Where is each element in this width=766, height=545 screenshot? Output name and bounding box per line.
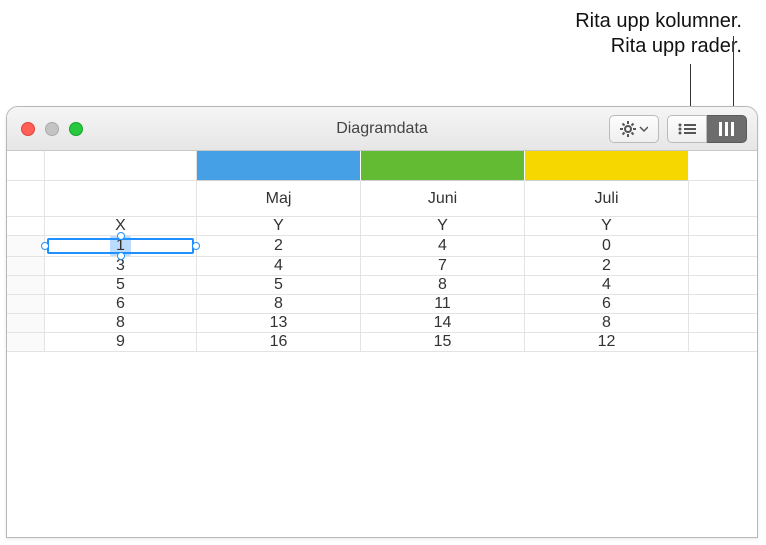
axis-header-y1[interactable]: Y [197, 217, 361, 236]
data-cell[interactable]: 7 [361, 257, 525, 276]
window-controls [21, 122, 83, 136]
data-cell[interactable]: 5 [197, 276, 361, 295]
series-color-juli[interactable] [525, 151, 689, 181]
data-cell[interactable]: 16 [197, 333, 361, 352]
month-header-juni[interactable]: Juni [361, 181, 525, 217]
month-header-juli[interactable]: Juli [525, 181, 689, 217]
settings-dropdown-button[interactable] [609, 115, 659, 143]
axis-header-y2[interactable]: Y [361, 217, 525, 236]
data-cell[interactable]: 2 [525, 257, 689, 276]
data-cell[interactable]: 13 [197, 314, 361, 333]
data-cell[interactable]: 8 [197, 295, 361, 314]
row-gutter[interactable] [7, 333, 45, 352]
axis-header-trailing [689, 217, 758, 236]
trailing-cell [689, 314, 758, 333]
rows-icon [677, 122, 697, 136]
gear-icon [620, 121, 648, 137]
callout-leader-columns [733, 36, 734, 108]
trailing-cell [689, 257, 758, 276]
data-cell[interactable]: 6 [45, 295, 197, 314]
data-cell[interactable]: 4 [361, 236, 525, 257]
month-header-trailing [689, 181, 758, 217]
data-cell[interactable]: 8 [361, 276, 525, 295]
selection-handle[interactable] [117, 252, 125, 260]
month-row-leader [7, 181, 45, 217]
trailing-cell [689, 236, 758, 257]
data-cell[interactable]: 2 [197, 236, 361, 257]
data-cell[interactable]: 14 [361, 314, 525, 333]
data-cell[interactable]: 4 [197, 257, 361, 276]
minimize-window-button[interactable] [45, 122, 59, 136]
row-gutter[interactable] [7, 257, 45, 276]
annotation-callouts: Rita upp kolumner. Rita upp rader. [575, 10, 746, 60]
axis-row-leader [7, 217, 45, 236]
color-header-trailing [689, 151, 758, 181]
chart-data-window: Diagramdata [6, 106, 758, 538]
chevron-down-icon [640, 127, 648, 131]
row-gutter[interactable] [7, 295, 45, 314]
trailing-cell [689, 276, 758, 295]
series-color-maj[interactable] [197, 151, 361, 181]
data-cell[interactable]: 12 [525, 333, 689, 352]
plot-orientation-segment [667, 115, 747, 143]
selection-handle[interactable] [192, 242, 200, 250]
close-window-button[interactable] [21, 122, 35, 136]
data-cell[interactable]: 5 [45, 276, 197, 295]
callout-rows: Rita upp rader. [611, 35, 746, 58]
data-cell[interactable]: 8 [525, 314, 689, 333]
callout-leader-rows [690, 64, 691, 108]
titlebar: Diagramdata [7, 107, 757, 151]
data-cell[interactable]: 11 [361, 295, 525, 314]
data-cell[interactable]: 15 [361, 333, 525, 352]
data-cell[interactable]: 9 [45, 333, 197, 352]
series-color-juni[interactable] [361, 151, 525, 181]
data-cell[interactable]: 6 [525, 295, 689, 314]
data-cell[interactable]: 1 [45, 236, 197, 257]
row-gutter[interactable] [7, 236, 45, 257]
trailing-cell [689, 295, 758, 314]
selection-handle[interactable] [117, 232, 125, 240]
plot-rows-button[interactable] [667, 115, 707, 143]
columns-icon [717, 122, 737, 136]
month-header-blank [45, 181, 197, 217]
row-gutter[interactable] [7, 276, 45, 295]
axis-header-y3[interactable]: Y [525, 217, 689, 236]
data-cell[interactable]: 4 [525, 276, 689, 295]
plot-columns-button[interactable] [707, 115, 747, 143]
color-header-blank [45, 151, 197, 181]
selection-handle[interactable] [41, 242, 49, 250]
corner-cell [7, 151, 45, 181]
data-cell[interactable]: 0 [525, 236, 689, 257]
data-table[interactable]: Maj Juni Juli X Y Y Y 124034725584681168… [7, 151, 757, 352]
month-header-maj[interactable]: Maj [197, 181, 361, 217]
data-cell[interactable]: 8 [45, 314, 197, 333]
zoom-window-button[interactable] [69, 122, 83, 136]
row-gutter[interactable] [7, 314, 45, 333]
callout-columns: Rita upp kolumner. [575, 10, 746, 33]
trailing-cell [689, 333, 758, 352]
